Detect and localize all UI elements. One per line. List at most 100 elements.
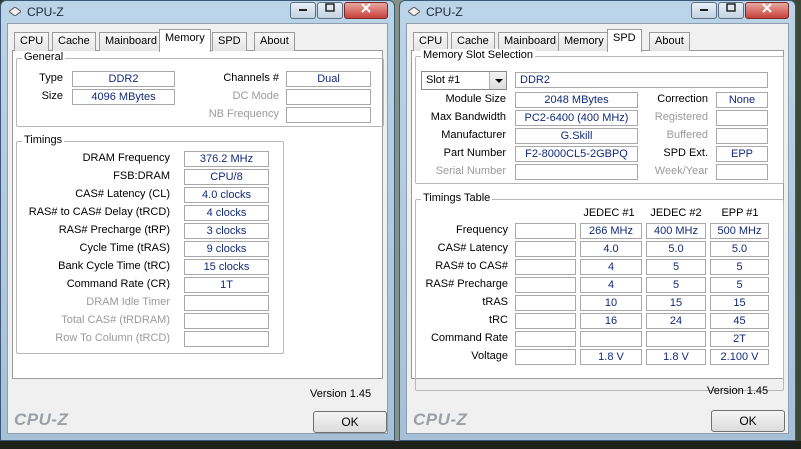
ok-button[interactable]: OK xyxy=(711,410,785,432)
maximize-icon xyxy=(325,3,335,12)
correction-value: None xyxy=(716,92,768,108)
timing-value: 4.0 clocks xyxy=(184,187,269,203)
timing-value: CPU/8 xyxy=(184,169,269,185)
timing-row-spacer xyxy=(515,295,576,311)
timing-label: Bank Cycle Time (tRC) xyxy=(58,260,170,272)
timing-value: 15 clocks xyxy=(184,259,269,275)
timings-table-legend: Timings Table xyxy=(421,192,493,204)
timing-row-spacer xyxy=(515,223,576,239)
serial-number-value xyxy=(515,164,638,180)
timing-cell: 16 xyxy=(580,313,642,329)
timing-cell xyxy=(646,331,706,347)
tab-about[interactable]: About xyxy=(254,32,295,51)
channels-label: Channels # xyxy=(223,72,279,84)
timing-label: Total CAS# (tRDRAM) xyxy=(61,314,170,326)
timing-value: 4 clocks xyxy=(184,205,269,221)
timing-cell: 4 xyxy=(580,277,642,293)
timing-value xyxy=(184,295,269,311)
nb-frequency-value xyxy=(286,107,371,123)
tab-cpu[interactable]: CPU xyxy=(14,32,50,51)
tab-spd[interactable]: SPD xyxy=(212,32,247,51)
timing-cell: 5 xyxy=(710,277,769,293)
minimize-icon xyxy=(700,9,708,11)
timing-row-label: RAS# Precharge xyxy=(425,278,508,290)
timing-cell: 2T xyxy=(710,331,769,347)
tab-spd[interactable]: SPD xyxy=(607,29,642,52)
timing-cell: 5 xyxy=(710,259,769,275)
chevron-down-icon[interactable] xyxy=(489,72,506,89)
minimize-button[interactable] xyxy=(691,2,717,19)
close-icon xyxy=(361,3,371,13)
tab-memory[interactable]: Memory xyxy=(558,32,610,51)
title-bar[interactable]: CPU-Z xyxy=(1,1,394,23)
type-label: Type xyxy=(39,72,63,84)
timings-legend: Timings xyxy=(22,134,65,146)
timing-cell: 4 xyxy=(580,259,642,275)
serial-number-label: Serial Number xyxy=(435,165,506,177)
week-year-value xyxy=(716,164,768,180)
part-number-value: F2-8000CL5-2GBPQ xyxy=(515,146,638,162)
timing-cell: 15 xyxy=(646,295,706,311)
timing-cell: 2.100 V xyxy=(710,349,769,365)
timing-value xyxy=(184,313,269,329)
module-type-value: DDR2 xyxy=(515,72,768,88)
buffered-label: Buffered xyxy=(666,129,708,141)
timing-cell: 45 xyxy=(710,313,769,329)
max-bandwidth-label: Max Bandwidth xyxy=(430,111,506,123)
memory-slot-legend: Memory Slot Selection xyxy=(421,49,536,61)
timing-row-label: tRAS xyxy=(482,296,508,308)
tab-memory[interactable]: Memory xyxy=(159,29,211,52)
timing-label: Command Rate (CR) xyxy=(66,278,170,290)
title-bar[interactable]: CPU-Z xyxy=(400,1,795,23)
registered-value xyxy=(716,110,768,126)
timing-row-spacer xyxy=(515,241,576,257)
timing-row-label: CAS# Latency xyxy=(437,242,508,254)
dcmode-label: DC Mode xyxy=(232,90,279,102)
timing-row-spacer xyxy=(515,331,576,347)
timing-row-label: Voltage xyxy=(471,350,508,362)
column-header: JEDEC #2 xyxy=(650,207,702,219)
max-bandwidth-value: PC2-6400 (400 MHz) xyxy=(515,110,638,126)
registered-label: Registered xyxy=(654,111,708,123)
spd-ext-label: SPD Ext. xyxy=(663,147,708,159)
spd-ext-value: EPP xyxy=(716,146,768,162)
maximize-icon xyxy=(726,3,736,12)
slot-select[interactable]: Slot #1 xyxy=(421,71,507,90)
timing-label: Row To Column (tRCD) xyxy=(55,332,170,344)
module-size-value: 2048 MBytes xyxy=(515,92,638,108)
tab-cache[interactable]: Cache xyxy=(52,32,96,51)
module-size-label: Module Size xyxy=(445,93,506,105)
tab-about[interactable]: About xyxy=(649,32,690,51)
version-label: Version 1.45 xyxy=(310,388,372,400)
week-year-label: Week/Year xyxy=(654,165,708,177)
tab-strip: CPU Cache Mainboard Memory SPD About xyxy=(12,29,383,52)
timing-cell: 15 xyxy=(710,295,769,311)
memory-slot-group: Memory Slot Selection Slot #1 DDR2 Modul… xyxy=(415,49,784,184)
spd-panel: Memory Slot Selection Slot #1 DDR2 Modul… xyxy=(411,49,784,391)
timing-label: RAS# Precharge (tRP) xyxy=(58,224,170,236)
timing-cell: 24 xyxy=(646,313,706,329)
nb-frequency-label: NB Frequency xyxy=(208,108,279,120)
timing-label: DRAM Frequency xyxy=(82,152,170,164)
close-button[interactable] xyxy=(745,2,789,19)
timing-cell: 5 xyxy=(646,259,706,275)
close-button[interactable] xyxy=(344,2,388,19)
timing-label: DRAM Idle Timer xyxy=(86,296,170,308)
tab-mainboard[interactable]: Mainboard xyxy=(99,32,163,51)
cpuz-brand-logo: CPU-Z xyxy=(413,410,468,429)
window-title: CPU-Z xyxy=(426,5,463,19)
ok-button[interactable]: OK xyxy=(313,411,387,433)
timing-value: 1T xyxy=(184,277,269,293)
cpuz-window-spd: CPU-Z CPU Cache Mainboard Memory SPD Abo… xyxy=(399,0,796,441)
cpuz-brand-logo: CPU-Z xyxy=(14,410,69,429)
correction-label: Correction xyxy=(657,93,708,105)
maximize-button[interactable] xyxy=(718,2,744,19)
maximize-button[interactable] xyxy=(317,2,343,19)
part-number-label: Part Number xyxy=(443,147,506,159)
column-header: JEDEC #1 xyxy=(583,207,635,219)
slot-select-value: Slot #1 xyxy=(426,74,461,86)
timing-row-label: tRC xyxy=(489,314,508,326)
timing-row-label: RAS# to CAS# xyxy=(435,260,508,272)
minimize-button[interactable] xyxy=(290,2,316,19)
cpuz-window-memory: CPU-Z CPU Cache Mainboard Memory SPD Abo… xyxy=(0,0,395,441)
